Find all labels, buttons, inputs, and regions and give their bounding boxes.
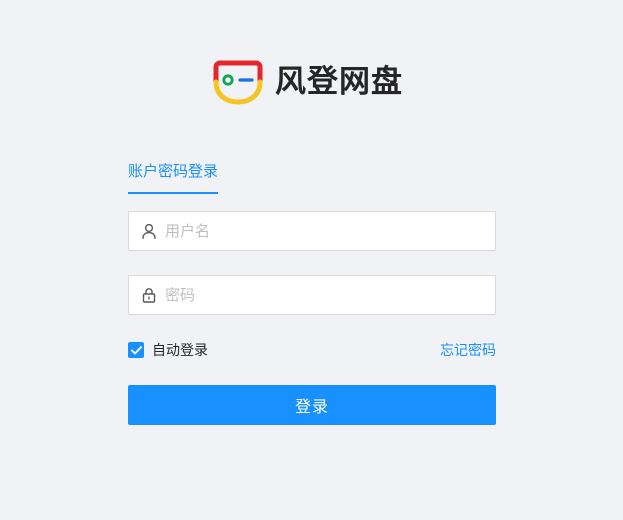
brand: 风登网盘 [213, 58, 403, 106]
login-button[interactable]: 登录 [128, 385, 496, 425]
remember-label: 自动登录 [152, 343, 208, 359]
user-icon [141, 223, 157, 239]
login-tabs: 账户密码登录 [128, 160, 496, 194]
forgot-password-link[interactable]: 忘记密码 [440, 340, 496, 360]
lock-icon [141, 287, 157, 303]
tab-account-password[interactable]: 账户密码登录 [128, 160, 219, 194]
checkmark-icon [130, 345, 142, 354]
brand-name: 风登网盘 [275, 64, 403, 100]
password-input[interactable] [165, 277, 485, 313]
password-field[interactable] [128, 275, 496, 315]
username-field[interactable] [128, 211, 496, 251]
username-input[interactable] [165, 213, 485, 249]
remember-checkbox[interactable] [128, 342, 144, 358]
remember-me[interactable]: 自动登录 [128, 340, 208, 360]
face-logo-icon [213, 60, 263, 105]
login-options: 自动登录 忘记密码 [128, 340, 496, 360]
